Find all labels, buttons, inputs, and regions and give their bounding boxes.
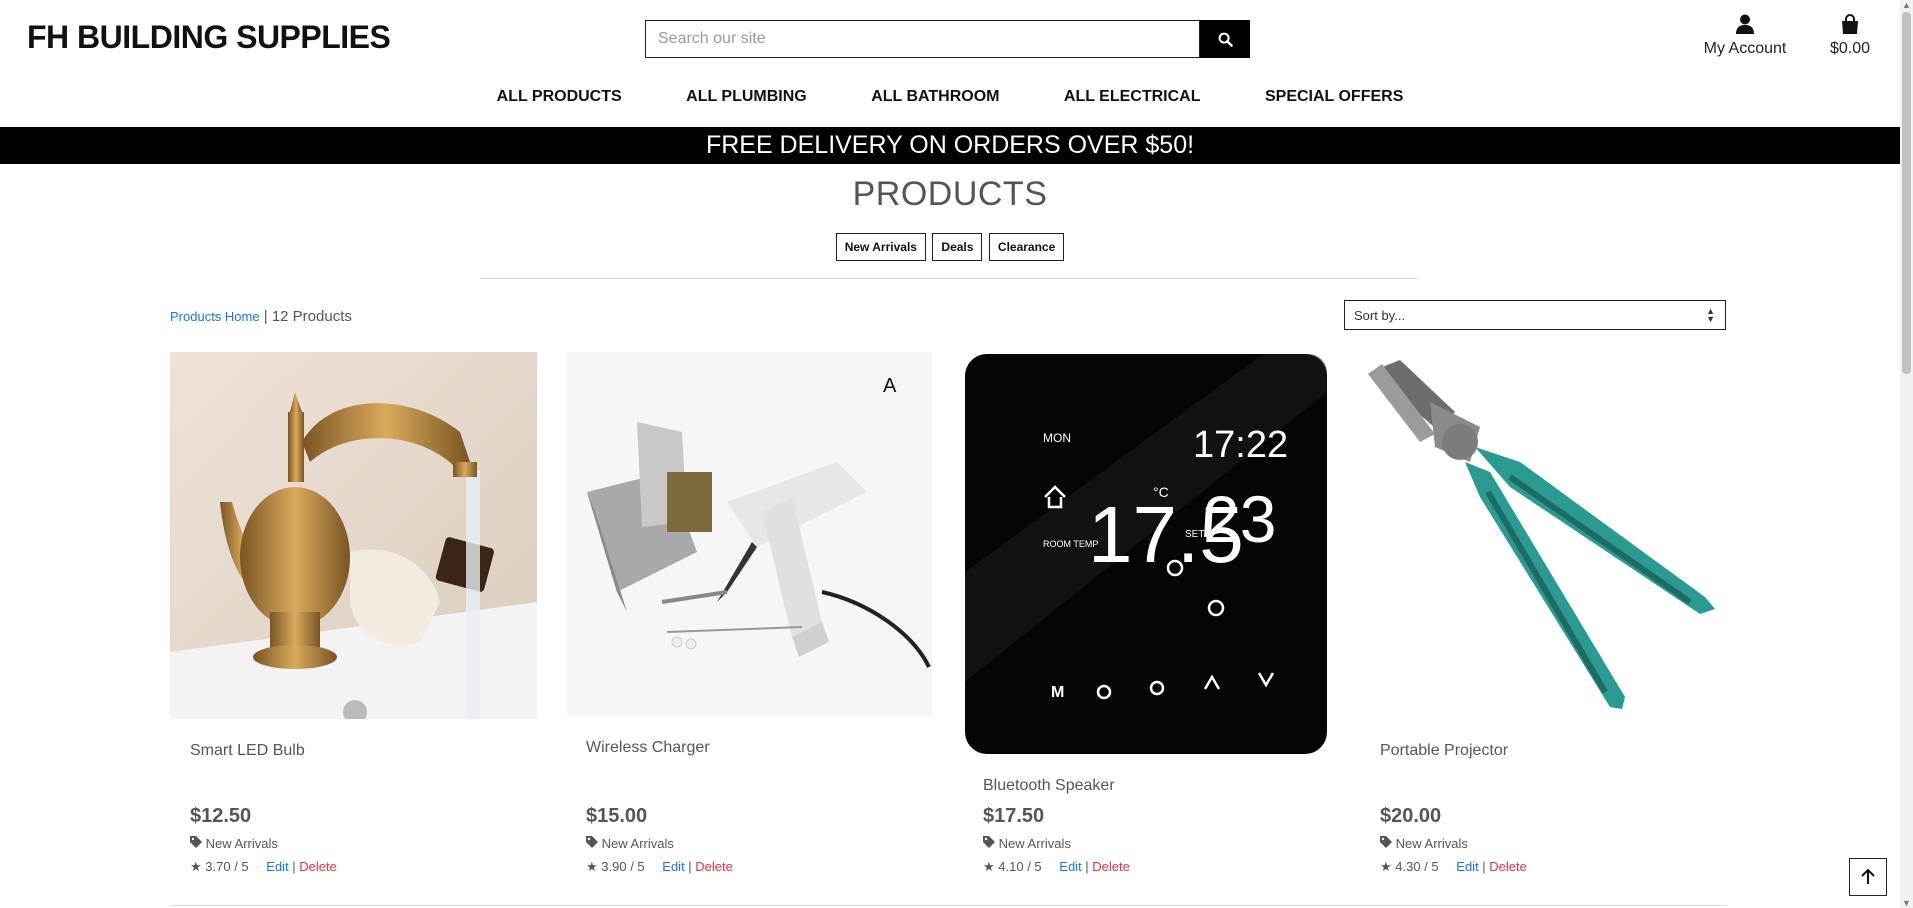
site-header: FH BUILDING SUPPLIES My Account $0.00 AL… xyxy=(0,0,1900,126)
tag-icon xyxy=(983,836,995,848)
thermostat-setpoint: 23 xyxy=(1203,482,1276,556)
thermostat-room-label: ROOM TEMP xyxy=(1043,539,1098,549)
delete-link[interactable]: Delete xyxy=(695,859,733,874)
product-card[interactable]: MON 17:22 17.5 23 °C SET ROOM TEMP M Blu… xyxy=(963,352,1329,882)
product-rating-row: ★ 4.30 / 5 Edit | Delete xyxy=(1380,859,1527,874)
product-image[interactable] xyxy=(1360,352,1727,719)
product-image[interactable] xyxy=(170,352,537,719)
tag-clearance[interactable]: Clearance xyxy=(988,233,1065,261)
my-account-label: My Account xyxy=(1703,40,1787,57)
nav-all-products[interactable]: ALL PRODUCTS xyxy=(497,88,622,106)
product-price: $17.50 xyxy=(983,805,1045,827)
edit-link[interactable]: Edit xyxy=(1059,859,1081,874)
cart-total: $0.00 xyxy=(1829,40,1871,57)
svg-text:M: M xyxy=(1051,684,1064,701)
scroll-up-icon[interactable]: ▲ xyxy=(1902,0,1911,10)
nav-all-electrical[interactable]: ALL ELECTRICAL xyxy=(1064,88,1201,106)
product-name[interactable]: Smart LED Bulb xyxy=(190,742,305,760)
star-icon: ★ xyxy=(190,859,202,874)
edit-link[interactable]: Edit xyxy=(662,859,684,874)
sort-select[interactable]: Sort by... ▲ ▼ xyxy=(1344,300,1726,330)
product-rating: 3.70 / 5 xyxy=(205,859,249,874)
tag-new-arrivals[interactable]: New Arrivals xyxy=(835,233,926,261)
thermostat-unit: °C xyxy=(1153,484,1169,500)
tag-icon xyxy=(190,836,202,848)
product-rating: 4.10 / 5 xyxy=(998,859,1042,874)
image-letter: A xyxy=(883,375,897,397)
product-name[interactable]: Portable Projector xyxy=(1380,742,1508,760)
product-category-label: New Arrivals xyxy=(1395,836,1468,851)
filter-tags: New Arrivals Deals Clearance xyxy=(0,233,1900,261)
delivery-banner: FREE DELIVERY ON ORDERS OVER $50! xyxy=(0,127,1900,164)
product-category[interactable]: New Arrivals xyxy=(190,836,278,851)
product-rating: 4.30 / 5 xyxy=(1395,859,1439,874)
my-account-link[interactable]: My Account xyxy=(1700,14,1790,58)
product-category[interactable]: New Arrivals xyxy=(586,836,674,851)
sort-select-value: Sort by... xyxy=(1354,308,1406,323)
search-form xyxy=(645,20,1250,58)
tag-icon xyxy=(1380,836,1392,848)
main-nav: ALL PRODUCTS ALL PLUMBING ALL BATHROOM A… xyxy=(0,88,1900,106)
product-category[interactable]: New Arrivals xyxy=(983,836,1071,851)
shopping-bag-icon xyxy=(1842,14,1858,34)
arrow-up-icon xyxy=(1861,869,1875,884)
breadcrumb-separator: | xyxy=(259,308,272,325)
nav-special-offers[interactable]: SPECIAL OFFERS xyxy=(1265,88,1403,106)
product-name[interactable]: Bluetooth Speaker xyxy=(983,777,1115,795)
edit-link[interactable]: Edit xyxy=(1456,859,1478,874)
search-input[interactable] xyxy=(645,20,1200,58)
product-category-label: New Arrivals xyxy=(601,836,674,851)
product-rating-row: ★ 4.10 / 5 Edit | Delete xyxy=(983,859,1130,874)
product-image[interactable]: A xyxy=(567,352,932,717)
breadcrumb: Products Home | 12 Products xyxy=(170,308,352,325)
product-count: 12 Products xyxy=(271,308,352,325)
divider xyxy=(480,278,1418,279)
product-category[interactable]: New Arrivals xyxy=(1380,836,1468,851)
site-logo[interactable]: FH BUILDING SUPPLIES xyxy=(27,19,391,56)
product-price: $12.50 xyxy=(190,805,252,827)
page-scrollbar[interactable]: ▲ ▼ xyxy=(1900,0,1913,908)
product-price: $15.00 xyxy=(586,805,648,827)
divider xyxy=(170,905,1727,906)
thermostat-time: 17:22 xyxy=(1193,424,1288,466)
products-home-link[interactable]: Products Home xyxy=(170,309,260,324)
delete-link[interactable]: Delete xyxy=(1092,859,1130,874)
edit-link[interactable]: Edit xyxy=(266,859,288,874)
thermostat-set-label: SET xyxy=(1185,529,1204,540)
user-icon xyxy=(1736,14,1754,34)
product-rating: 3.90 / 5 xyxy=(601,859,645,874)
product-card[interactable]: Smart LED Bulb $12.50 New Arrivals ★ 3.7… xyxy=(170,352,537,882)
search-button[interactable] xyxy=(1200,20,1250,58)
scrollbar-thumb[interactable] xyxy=(1902,12,1911,374)
tag-deals[interactable]: Deals xyxy=(932,233,983,261)
delete-link[interactable]: Delete xyxy=(299,859,337,874)
back-to-top-button[interactable] xyxy=(1849,858,1887,896)
search-icon xyxy=(1218,32,1233,47)
star-icon: ★ xyxy=(983,859,995,874)
cart-link[interactable]: $0.00 xyxy=(1820,14,1880,58)
product-card[interactable]: A Wireless Charger $15.00 New Arrivals ★… xyxy=(567,352,932,882)
product-price: $20.00 xyxy=(1380,805,1442,827)
page-title: PRODUCTS xyxy=(852,175,1048,213)
tag-icon xyxy=(586,836,598,848)
product-card[interactable]: Portable Projector $20.00 New Arrivals ★… xyxy=(1360,352,1727,882)
scroll-down-icon[interactable]: ▼ xyxy=(1902,898,1911,908)
delete-link[interactable]: Delete xyxy=(1489,859,1527,874)
product-rating-row: ★ 3.90 / 5 Edit | Delete xyxy=(586,859,733,874)
product-category-label: New Arrivals xyxy=(998,836,1071,851)
select-arrows-icon: ▲ ▼ xyxy=(1706,306,1715,324)
nav-all-plumbing[interactable]: ALL PLUMBING xyxy=(686,88,807,106)
star-icon: ★ xyxy=(1380,859,1392,874)
product-name[interactable]: Wireless Charger xyxy=(586,739,710,757)
nav-all-bathroom[interactable]: ALL BATHROOM xyxy=(871,88,999,106)
thermostat-day: MON xyxy=(1043,431,1071,445)
product-category-label: New Arrivals xyxy=(205,836,278,851)
product-image[interactable]: MON 17:22 17.5 23 °C SET ROOM TEMP M xyxy=(963,352,1329,757)
star-icon: ★ xyxy=(586,859,598,874)
product-rating-row: ★ 3.70 / 5 Edit | Delete xyxy=(190,859,337,874)
